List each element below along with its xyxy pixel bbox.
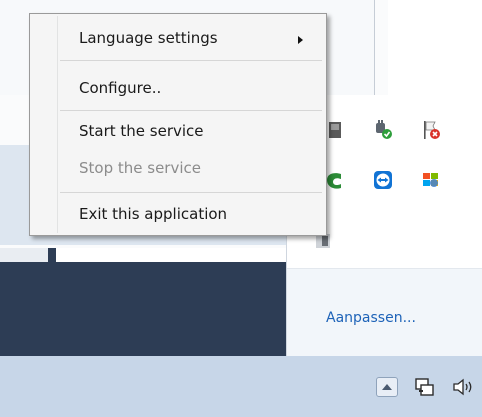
- menu-item-exit[interactable]: Exit this application: [79, 205, 227, 223]
- menu-separator: [60, 60, 322, 61]
- menu-item-language-settings[interactable]: Language settings: [79, 29, 218, 47]
- context-menu: Language settings Configure.. Start the …: [29, 13, 327, 236]
- menu-gutter-line: [57, 16, 58, 233]
- background-dark-area: [0, 248, 286, 356]
- menu-item-stop-service: Stop the service: [79, 159, 201, 177]
- menu-item-start-service[interactable]: Start the service: [79, 122, 204, 140]
- background-strip: [0, 248, 48, 262]
- plug-check-icon[interactable]: [373, 120, 393, 140]
- background-strip: [56, 248, 286, 262]
- teamviewer-icon[interactable]: [373, 170, 393, 190]
- menu-item-configure[interactable]: Configure..: [79, 79, 161, 97]
- customize-link[interactable]: Aanpassen...: [326, 310, 416, 326]
- windows-update-icon[interactable]: [421, 170, 441, 190]
- panel-divider: [374, 0, 375, 95]
- network-icon[interactable]: [413, 377, 435, 397]
- volume-icon[interactable]: [452, 377, 476, 397]
- menu-separator: [60, 110, 322, 111]
- show-hidden-icons-icon[interactable]: [376, 377, 398, 397]
- menu-separator: [60, 192, 322, 193]
- submenu-arrow-icon: [298, 36, 303, 44]
- flag-error-icon[interactable]: [421, 120, 441, 140]
- taskbar: [0, 356, 482, 417]
- usb-device-icon[interactable]: [325, 120, 345, 140]
- green-app-icon[interactable]: [325, 170, 345, 190]
